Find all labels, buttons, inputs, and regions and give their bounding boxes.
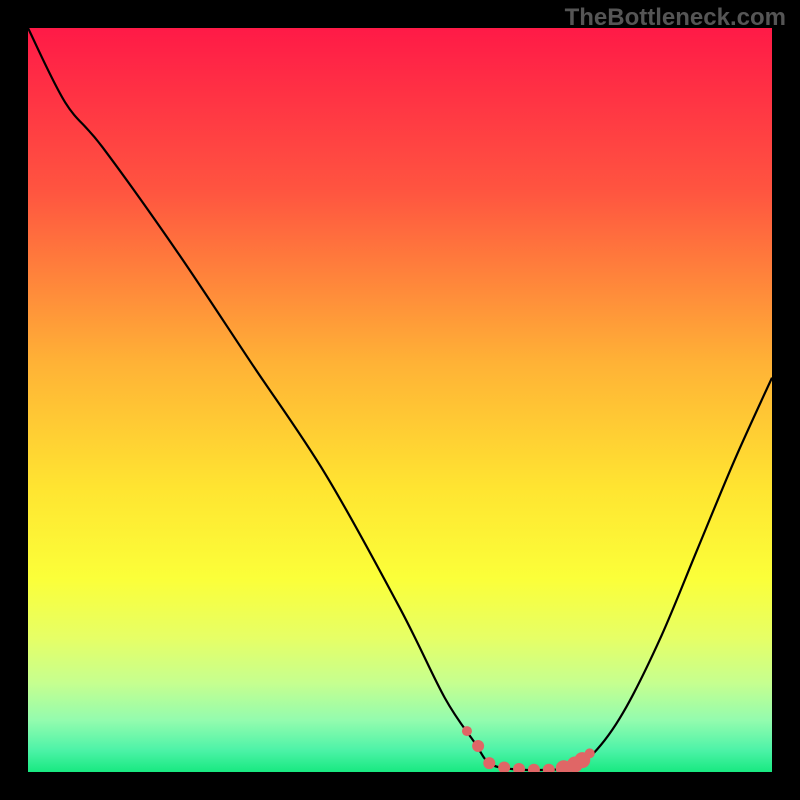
highlight-dot [472,740,484,752]
highlight-dot [498,762,510,772]
plot-area [28,28,772,772]
bottleneck-curve [28,28,772,770]
chart-frame: TheBottleneck.com [0,0,800,800]
highlight-dot [462,726,472,736]
highlight-dot [543,764,555,772]
highlight-dot [528,764,540,772]
highlight-dots [462,726,595,772]
curve-layer [28,28,772,772]
highlight-dot [585,748,595,758]
highlight-dot [513,763,525,772]
highlight-dot [483,757,495,769]
watermark-label: TheBottleneck.com [565,4,786,32]
